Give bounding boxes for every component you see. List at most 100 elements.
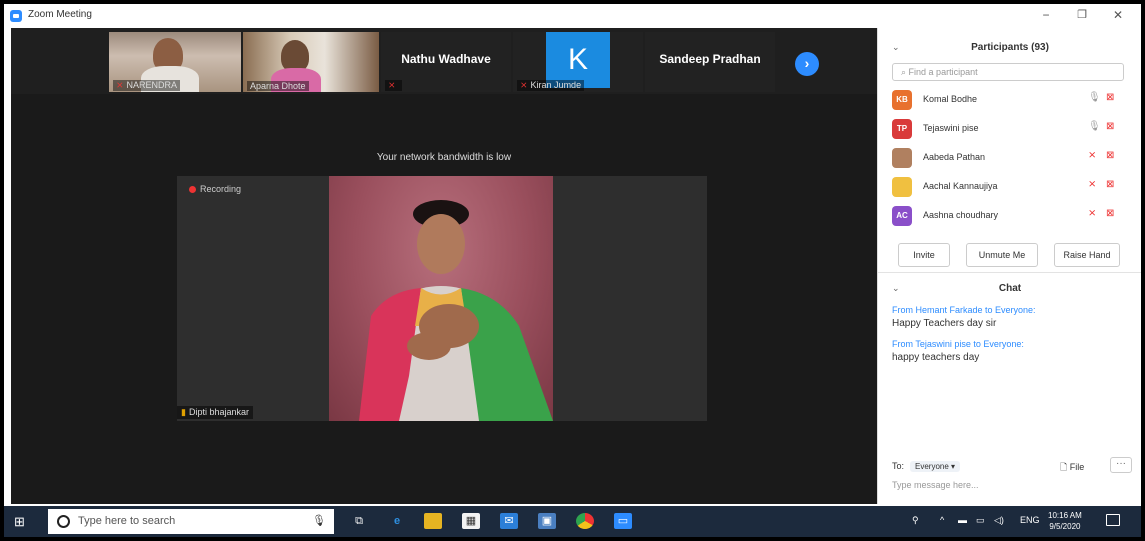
participant-tile-name: ⨯ NARENDRA (113, 80, 181, 91)
recipient-select[interactable]: Everyone ▾ (910, 461, 961, 472)
meeting-area: ⨯ NARENDRA Aparna Dhote Nathu Wadhave ⨯ K… (11, 28, 877, 504)
taskbar-search-input[interactable]: Type here to search 🎙 (48, 509, 334, 534)
people-icon[interactable]: ⚲ (912, 515, 919, 526)
participant-tile-sandeep[interactable]: Sandeep Pradhan (645, 32, 775, 92)
participant-tile-nathu[interactable]: Nathu Wadhave ⨯ (381, 32, 511, 92)
microphone-icon[interactable]: 🎙 (312, 509, 326, 534)
speaker-name-label: ▮ Dipti bhajankar (177, 406, 253, 419)
window-title: Zoom Meeting (28, 9, 92, 20)
store-icon[interactable]: ▦ (462, 513, 480, 529)
chat-sender: From Tejaswini pise to Everyone: (892, 339, 1024, 349)
raise-hand-button[interactable]: Raise Hand (1054, 243, 1120, 267)
video-off-icon[interactable]: ⊠ (1106, 208, 1114, 219)
windows-start-icon[interactable]: ⊞ (14, 514, 25, 530)
video-off-icon[interactable]: ⊠ (1106, 92, 1114, 103)
gallery-strip: ⨯ NARENDRA Aparna Dhote Nathu Wadhave ⨯ K… (11, 28, 877, 94)
speaker-figure-illustration (359, 200, 553, 421)
chrome-icon[interactable] (576, 513, 594, 529)
action-center-icon[interactable] (1106, 514, 1120, 526)
chat-recipient-row: To: Everyone ▾ (892, 461, 961, 472)
recording-dot-icon (189, 186, 196, 194)
more-options-button[interactable]: ··· (1110, 457, 1132, 473)
participant-name: Aabeda Pathan (923, 152, 986, 162)
chat-sender: From Hemant Farkade to Everyone: (892, 305, 1036, 315)
edge-browser-icon[interactable]: e (388, 513, 406, 529)
mic-on-icon[interactable]: 🎙 (1088, 92, 1101, 103)
participant-name: Tejaswini pise (923, 123, 979, 133)
search-icon: ⌕ (901, 67, 909, 77)
mic-muted-icon[interactable]: ⨯ (1088, 150, 1096, 161)
clock-time: 10:16 AM (1048, 511, 1082, 520)
mic-muted-icon: ⨯ (388, 80, 396, 90)
video-off-icon[interactable]: ⊠ (1106, 121, 1114, 132)
speaker-camera-feed (329, 176, 553, 421)
avatar (892, 177, 912, 197)
to-label: To: (892, 461, 905, 471)
avatar: KB (892, 90, 912, 110)
video-off-icon[interactable]: ⊠ (1106, 150, 1114, 161)
clock-date: 9/5/2020 (1049, 522, 1081, 531)
file-explorer-icon[interactable] (424, 513, 442, 529)
chat-message-input[interactable]: Type message here... (892, 480, 979, 490)
side-panel: ⌄ Participants (93) ⌕ Find a participant… (877, 28, 1141, 504)
mic-muted-label: ⨯ (385, 80, 402, 91)
task-view-icon[interactable]: ⧉ (350, 513, 368, 529)
mail-icon[interactable]: ✉ (500, 513, 518, 529)
panel-divider (878, 272, 1141, 273)
participant-tile-narendra[interactable]: ⨯ NARENDRA (109, 32, 241, 92)
zoom-window: Zoom Meeting − ❐ ✕ ⨯ NARENDRA Aparna Dhot… (4, 4, 1141, 537)
mic-muted-icon[interactable]: ⨯ (1088, 208, 1096, 219)
participant-row[interactable]: Aabeda Pathan ⨯ ⊠ (878, 143, 1141, 172)
participants-title: Participants (93) (971, 42, 1049, 53)
participant-tile-name: Sandeep Pradhan (659, 52, 761, 66)
mic-muted-icon[interactable]: ⨯ (1088, 179, 1096, 190)
unmute-me-button[interactable]: Unmute Me (966, 243, 1038, 267)
maximize-button[interactable]: ❐ (1072, 8, 1092, 21)
mic-muted-icon: ⨯ (116, 80, 124, 90)
participant-row[interactable]: TP Tejaswini pise 🎙 ⊠ (878, 114, 1141, 143)
participant-tile-aparna[interactable]: Aparna Dhote (243, 32, 379, 92)
participant-tile-name: Aparna Dhote (247, 81, 309, 91)
mic-muted-icon: ⨯ (520, 80, 528, 90)
chat-text: happy teachers day (892, 352, 980, 363)
title-bar: Zoom Meeting − ❐ ✕ (4, 4, 1141, 28)
file-button[interactable]: 🗋 File (1060, 460, 1084, 476)
participant-list: KB Komal Bodhe 🎙 ⊠ TP Tejaswini pise 🎙 ⊠… (878, 85, 1141, 235)
chat-text: Happy Teachers day sir (892, 318, 997, 329)
zoom-app-icon (10, 10, 22, 22)
system-clock[interactable]: 10:16 AM 9/5/2020 (1048, 510, 1082, 532)
participant-row[interactable]: Aachal Kannaujiya ⨯ ⊠ (878, 172, 1141, 201)
avatar: AC (892, 206, 912, 226)
cortana-icon (57, 515, 70, 528)
show-hidden-icons-chevron-icon[interactable]: ^ (940, 515, 944, 525)
active-speaker-video: Recording ▮ Dipti bhajankar (177, 176, 707, 421)
participant-tile-kiran[interactable]: K ⨯ Kiran Jumde (513, 32, 643, 92)
chat-title: Chat (998, 283, 1022, 294)
participant-name: Aachal Kannaujiya (923, 181, 998, 191)
participant-tile-name: ⨯ Kiran Jumde (517, 80, 585, 91)
battery-icon[interactable]: ▭ (976, 515, 985, 526)
volume-icon[interactable]: ◁) (994, 515, 1004, 526)
zoom-taskbar-icon[interactable]: ▭ (614, 513, 632, 529)
participant-tile-name: Nathu Wadhave (401, 52, 491, 66)
invite-button[interactable]: Invite (898, 243, 950, 267)
participant-row[interactable]: AC Aashna choudhary ⨯ ⊠ (878, 201, 1141, 230)
file-icon: 🗋 (1060, 462, 1070, 472)
mic-on-icon[interactable]: 🎙 (1088, 121, 1101, 132)
windows-taskbar: ⊞ Type here to search 🎙 ⧉ e ▦ ✉ ▣ ▭ ⚲ ^ … (4, 506, 1141, 537)
minimize-button[interactable]: − (1036, 8, 1056, 22)
avatar (892, 148, 912, 168)
video-off-icon[interactable]: ⊠ (1106, 179, 1114, 190)
network-icon[interactable]: ▬ (958, 515, 967, 525)
participant-row[interactable]: KB Komal Bodhe 🎙 ⊠ (878, 85, 1141, 114)
photos-icon[interactable]: ▣ (538, 513, 556, 529)
close-button[interactable]: ✕ (1108, 8, 1128, 22)
next-page-arrow-icon[interactable]: › (795, 52, 819, 76)
chat-message: From Tejaswini pise to Everyone: happy t… (892, 339, 1024, 363)
participant-name: Komal Bodhe (923, 94, 978, 104)
avatar: TP (892, 119, 912, 139)
participant-search-input[interactable]: ⌕ Find a participant (892, 63, 1124, 81)
recording-indicator: Recording (189, 184, 241, 194)
bandwidth-notice: Your network bandwidth is low (376, 152, 512, 163)
language-indicator[interactable]: ENG (1020, 515, 1040, 525)
